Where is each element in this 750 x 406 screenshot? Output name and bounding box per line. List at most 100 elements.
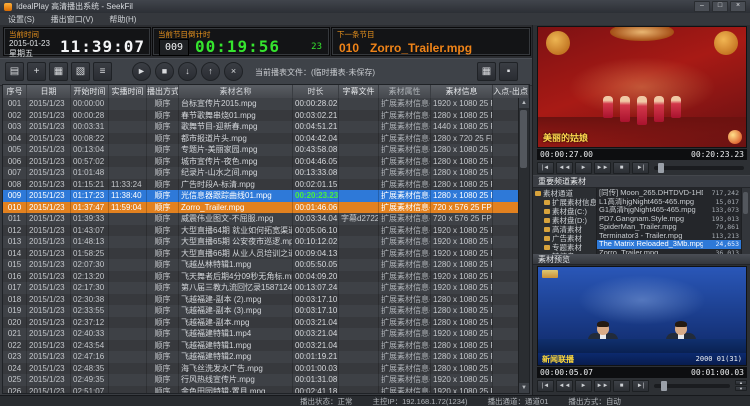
scroll-down-icon[interactable]: ▼ xyxy=(519,383,529,393)
delete-item-icon[interactable]: × xyxy=(224,62,243,81)
skip-start-icon[interactable]: |◄ xyxy=(537,380,554,392)
table-row[interactable]: 024 2015/1/23 02:48:35 顺序 海飞丝洗发水广告.mpg 0… xyxy=(3,363,519,375)
lock-icon[interactable]: ▪ xyxy=(499,62,518,81)
table-row[interactable]: 010 2015/1/23 01:37:47 11:59:04 顺序 Zorro… xyxy=(3,202,519,214)
column-subtitle[interactable]: 字幕文件 xyxy=(339,85,379,98)
file-list-item[interactable]: PD7.Gangnam.Style.mpg 193,013 xyxy=(597,215,741,224)
rewind-icon[interactable]: ◄◄ xyxy=(556,380,573,392)
column-date[interactable]: 日期 xyxy=(27,85,71,98)
table-row[interactable]: 013 2015/1/23 01:48:13 顺序 大型直播65期 公安夜市巡逻… xyxy=(3,236,519,248)
table-row[interactable]: 018 2015/1/23 02:30:38 顺序 飞越福建-副本 (2).mp… xyxy=(3,294,519,306)
menu-playout-window[interactable]: 播出窗口(V) xyxy=(51,14,94,25)
save-as-icon[interactable]: ▧ xyxy=(71,62,90,81)
column-start[interactable]: 开始时间 xyxy=(71,85,109,98)
minimize-button[interactable]: – xyxy=(694,1,710,12)
file-list-item[interactable]: G1高清hjgNight465-465.mpg 133,073 xyxy=(597,206,741,215)
stop-icon[interactable]: ■ xyxy=(613,162,630,174)
file-list-item[interactable]: Terminator3 - Trailer.mpg 113,213 xyxy=(597,232,741,241)
save-playlist-icon[interactable]: ▦ xyxy=(49,62,68,81)
grid-view-icon[interactable]: ▦ xyxy=(477,62,496,81)
column-in-out[interactable]: 入点-出点 xyxy=(493,85,529,98)
table-row[interactable]: 019 2015/1/23 02:33:55 顺序 飞越福建-副本 (3).mp… xyxy=(3,305,519,317)
scrollbar-thumb[interactable] xyxy=(520,110,527,168)
column-duration[interactable]: 时长 xyxy=(293,85,339,98)
table-row[interactable]: 001 2015/1/23 00:00:00 顺序 台标宣传片2015.mpg … xyxy=(3,98,519,110)
file-list-item[interactable]: The Matrix Reloaded_3Mb.mpg 24,653 xyxy=(597,240,741,249)
play-icon[interactable]: ► xyxy=(132,62,151,81)
table-scrollbar[interactable]: ▲ ▼ xyxy=(518,98,529,393)
move-up-icon[interactable]: ↑ xyxy=(201,62,220,81)
stop-icon[interactable]: ■ xyxy=(155,62,174,81)
table-row[interactable]: 011 2015/1/23 01:39:33 顺序 威震伟业图文-不屈服.mpg… xyxy=(3,213,519,225)
column-info[interactable]: 素材信息 xyxy=(431,85,493,98)
cell-actual-time xyxy=(109,305,147,317)
playlist-table-body: 001 2015/1/23 00:00:00 顺序 台标宣传片2015.mpg … xyxy=(3,98,519,393)
table-row[interactable]: 014 2015/1/23 01:58:25 顺序 大型直播66期 从业人员培训… xyxy=(3,248,519,260)
column-name[interactable]: 素材名称 xyxy=(179,85,293,98)
table-row[interactable]: 026 2015/1/23 02:51:07 顺序 金色田园特辑·置月.mpg … xyxy=(3,386,519,394)
column-seq[interactable]: 序号 xyxy=(3,85,27,98)
open-playlist-icon[interactable]: ▤ xyxy=(5,62,24,81)
play-icon[interactable]: ► xyxy=(575,162,592,174)
library-scrollbar-thumb[interactable] xyxy=(743,192,748,214)
table-row[interactable]: 016 2015/1/23 02:13:20 顺序 飞天舞者后期4分09秒无角标… xyxy=(3,271,519,283)
library-scrollbar[interactable] xyxy=(741,188,750,254)
table-row[interactable]: 002 2015/1/23 00:00:28 顺序 春节歌舞串烧01.mpg 0… xyxy=(3,110,519,122)
table-row[interactable]: 006 2015/1/23 00:57:02 顺序 城市宣传片-夜色.mpg 0… xyxy=(3,156,519,168)
tree-node[interactable]: 广告素材 xyxy=(533,234,596,243)
spin-up-icon[interactable]: ▲ xyxy=(735,380,747,385)
maximize-button[interactable]: □ xyxy=(712,1,728,12)
slider-knob[interactable] xyxy=(661,381,667,391)
table-row[interactable]: 022 2015/1/23 02:43:54 顺序 飞越福建特辑1.mpg 00… xyxy=(3,340,519,352)
skip-start-icon[interactable]: |◄ xyxy=(537,162,554,174)
close-button[interactable]: × xyxy=(730,1,746,12)
column-mode[interactable]: 播出方式 xyxy=(147,85,179,98)
play-icon[interactable]: ► xyxy=(575,380,592,392)
skip-end-icon[interactable]: ►| xyxy=(632,380,649,392)
tree-node[interactable]: 高清素材 xyxy=(533,225,596,234)
spin-down-icon[interactable]: ▼ xyxy=(735,386,747,391)
fast-forward-icon[interactable]: ►► xyxy=(594,380,611,392)
table-row[interactable]: 017 2015/1/23 02:17:30 顺序 第八届三教九流回忆录1587… xyxy=(3,282,519,294)
file-list-item[interactable]: [同传] Moon_265.DHTDVD-1HD-LAF.avi 717,242 xyxy=(597,189,741,198)
rewind-icon[interactable]: ◄◄ xyxy=(556,162,573,174)
tree-node[interactable]: 素材盘(D:) xyxy=(533,216,596,225)
cell-material-name: 飞越丛林特辑1.mpg xyxy=(179,259,293,271)
cell-actual-time xyxy=(109,317,147,329)
table-row[interactable]: 004 2015/1/23 00:08:22 顺序 都市报道片头.mpg 00:… xyxy=(3,133,519,145)
preview-seek-slider[interactable] xyxy=(654,384,730,388)
table-row[interactable]: 023 2015/1/23 02:47:16 顺序 飞越福建特辑2.mpg 00… xyxy=(3,351,519,363)
tree-node[interactable]: 扩展素材信息 xyxy=(533,198,596,207)
table-row[interactable]: 005 2015/1/23 00:13:04 顺序 专题片-美丽家园.mpg 0… xyxy=(3,144,519,156)
cell-play-mode: 顺序 xyxy=(147,328,179,340)
window-title: IdealPlay 高清播出系统 - SeekFil xyxy=(16,1,133,12)
menu-settings[interactable]: 设置(S) xyxy=(8,14,35,25)
column-attribute[interactable]: 素材属性 xyxy=(379,85,431,98)
fast-forward-icon[interactable]: ►► xyxy=(594,162,611,174)
move-down-icon[interactable]: ↓ xyxy=(178,62,197,81)
menu-help[interactable]: 帮助(H) xyxy=(109,14,136,25)
table-row[interactable]: 021 2015/1/23 02:40:33 顺序 飞越福建特辑1.mp4 00… xyxy=(3,328,519,340)
table-row[interactable]: 003 2015/1/23 00:03:31 顺序 歌舞节目-迎新春.mpg 0… xyxy=(3,121,519,133)
table-row[interactable]: 025 2015/1/23 02:49:35 顺序 行风热线宣传片.mpg 00… xyxy=(3,374,519,386)
tree-node[interactable]: 专题素材 xyxy=(533,243,596,252)
file-list-item[interactable]: SpiderMan_Trailer.mpg 79,861 xyxy=(597,223,741,232)
table-row[interactable]: 015 2015/1/23 02:07:30 顺序 飞越丛林特辑1.mpg 00… xyxy=(3,259,519,271)
playlist-mode-icon[interactable]: ≡ xyxy=(93,62,112,81)
table-row[interactable]: 007 2015/1/23 01:01:48 顺序 纪录片-山水之间.mpg 0… xyxy=(3,167,519,179)
table-row[interactable]: 008 2015/1/23 01:15:21 11:33:24 顺序 广告时段A… xyxy=(3,179,519,191)
slider-knob[interactable] xyxy=(658,163,664,173)
tree-node[interactable]: 素材盘(C:) xyxy=(533,207,596,216)
table-row[interactable]: 020 2015/1/23 02:37:12 顺序 飞越福建-副本.mpg 00… xyxy=(3,317,519,329)
file-list-item[interactable]: L1高清hjgNight465-465.mpg 15,017 xyxy=(597,198,741,207)
scroll-up-icon[interactable]: ▲ xyxy=(519,98,529,108)
program-seek-slider[interactable] xyxy=(654,166,744,170)
column-actual[interactable]: 实播时间 xyxy=(109,85,147,98)
add-item-icon[interactable]: + xyxy=(27,62,46,81)
table-row[interactable]: 012 2015/1/23 01:43:07 顺序 大型直播64期 就业如何拓宽… xyxy=(3,225,519,237)
skip-end-icon[interactable]: ►| xyxy=(632,162,649,174)
stop-icon[interactable]: ■ xyxy=(613,380,630,392)
tree-node[interactable]: 素材通道 xyxy=(533,189,596,198)
table-row[interactable]: 009 2015/1/23 01:17:23 11:38:40 顺序 光信息器跟… xyxy=(3,190,519,202)
file-size: 717,242 xyxy=(703,189,739,198)
